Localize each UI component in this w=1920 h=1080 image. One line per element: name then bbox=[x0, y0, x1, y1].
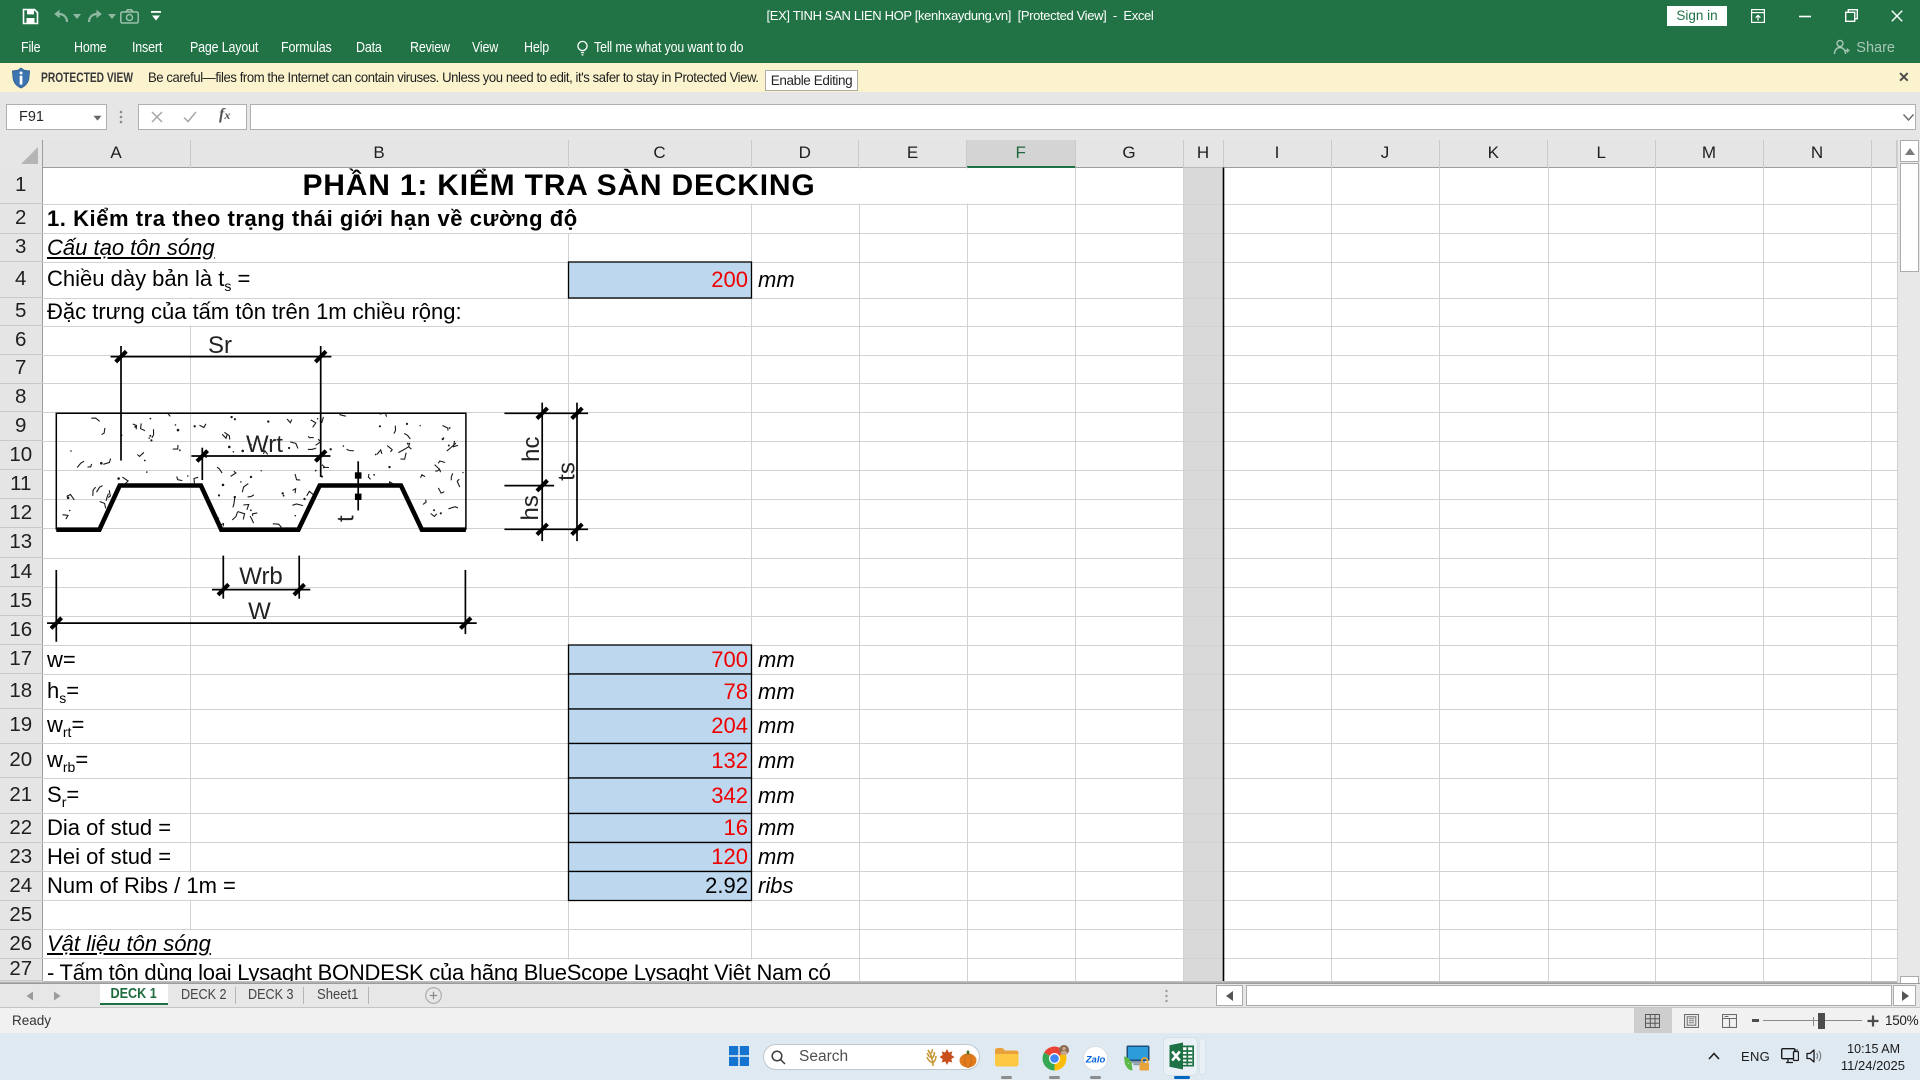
svg-text:Sr: Sr bbox=[208, 332, 232, 359]
svg-text:Wrb: Wrb bbox=[239, 563, 283, 590]
svg-text:t: t bbox=[333, 515, 360, 522]
svg-text:W: W bbox=[248, 598, 271, 625]
svg-text:ts: ts bbox=[554, 462, 581, 481]
svg-text:Zalo: Zalo bbox=[1085, 1055, 1106, 1066]
svg-text:hc: hc bbox=[518, 437, 545, 462]
svg-text:hs: hs bbox=[517, 495, 544, 520]
svg-text:Wrt: Wrt bbox=[246, 431, 283, 458]
